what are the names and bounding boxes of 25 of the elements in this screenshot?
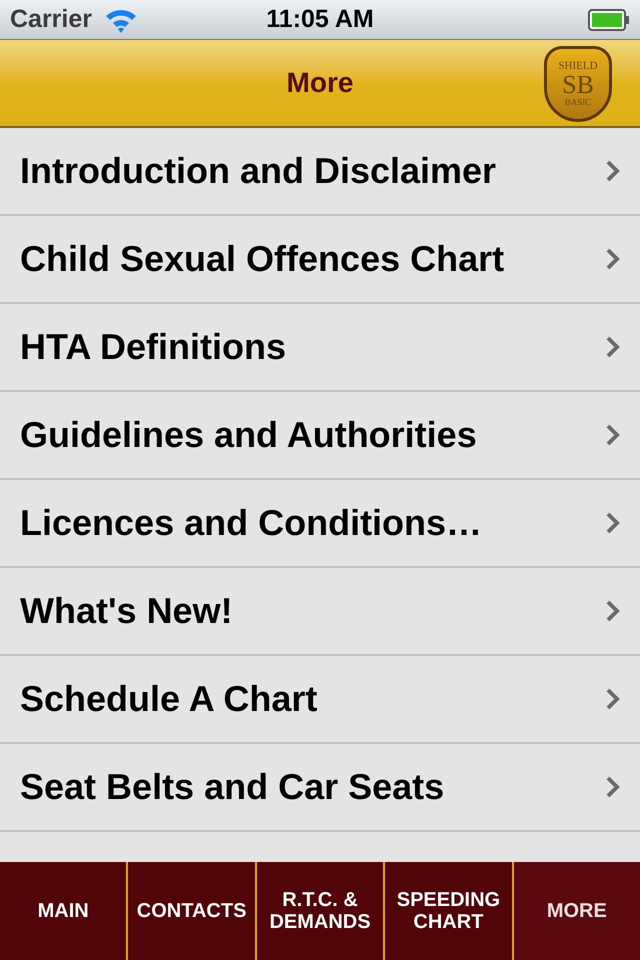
chevron-icon [606,424,620,446]
nav-title: More [286,66,354,100]
tab-button[interactable]: R.T.C. & DEMANDS [254,862,384,960]
tab-button[interactable]: MORE [512,862,640,960]
chevron-icon [606,512,620,534]
battery-icon [588,8,630,30]
menu-row[interactable]: Licences and Conditions… [0,480,640,568]
menu-row[interactable]: Introduction and Disclaimer [0,128,640,216]
menu-row[interactable]: What's New! [0,568,640,656]
chevron-icon [606,600,620,622]
menu-row[interactable]: Seat Belts and Car Seats [0,744,640,832]
shield-logo: SHIELD SB BASIC [544,46,612,122]
chevron-icon [606,336,620,358]
menu-row[interactable]: Guidelines and Authorities [0,392,640,480]
chevron-icon [606,688,620,710]
tab-button[interactable]: MAIN [0,862,126,960]
tab-button[interactable]: CONTACTS [126,862,255,960]
menu-row[interactable]: HTA Definitions [0,304,640,392]
time-label: 11:05 AM [266,4,374,35]
chevron-icon [606,776,620,798]
menu-row[interactable]: Child Sexual Offences Chart [0,216,640,304]
menu-row[interactable]: Schedule A Chart [0,656,640,744]
chevron-icon [606,160,620,182]
carrier-label: Carrier [10,4,92,35]
chevron-icon [606,248,620,270]
